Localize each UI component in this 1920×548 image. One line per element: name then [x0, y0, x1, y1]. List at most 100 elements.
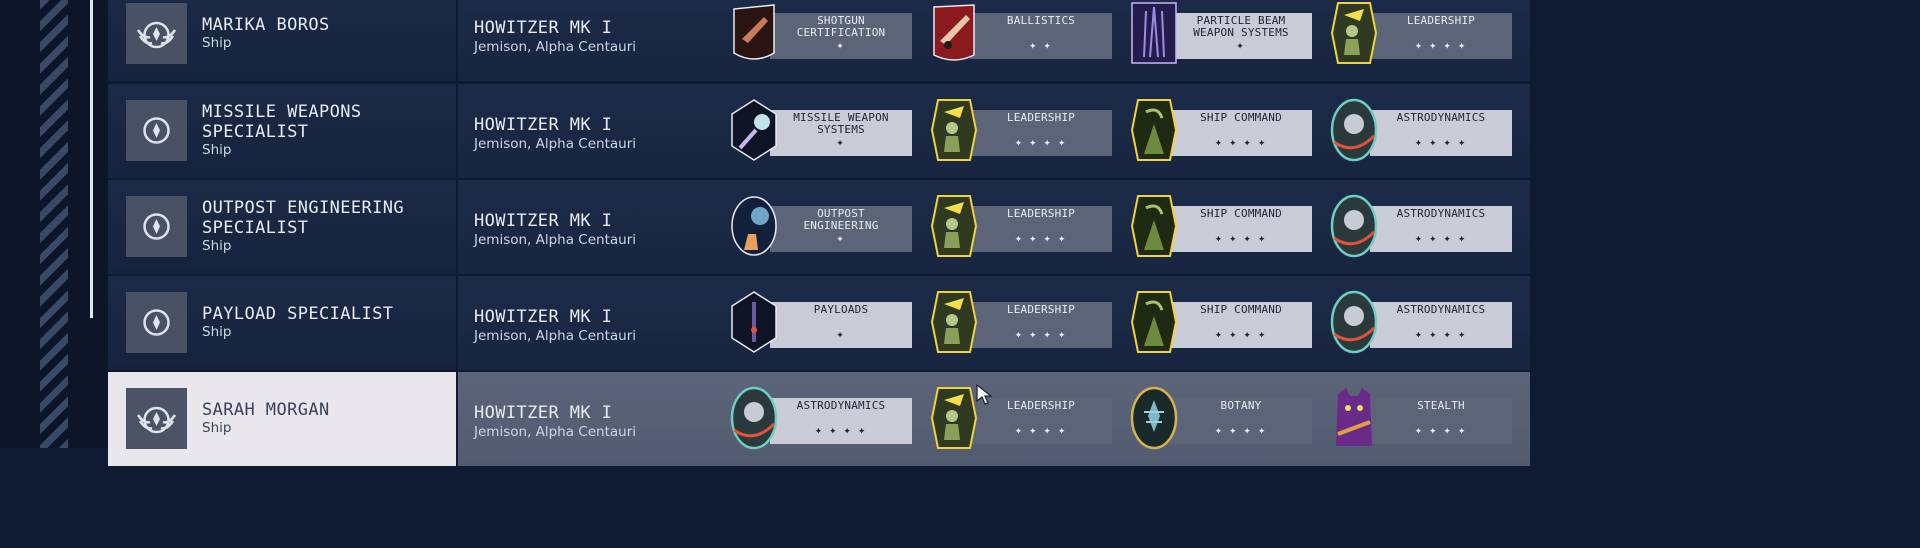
skill-badge[interactable]: LEADERSHIP ✦ ✦ ✦ ✦	[930, 290, 1118, 354]
crew-name-cell[interactable]: SARAH MORGAN Ship	[108, 372, 456, 466]
crew-role: Ship	[202, 324, 232, 340]
skill-badge[interactable]: SHOTGUN CERTIFICATION ✦	[730, 1, 918, 65]
skill-badge[interactable]: LEADERSHIP ✦ ✦ ✦ ✦	[930, 386, 1118, 450]
skill-badge[interactable]: PAYLOADS ✦	[730, 290, 918, 354]
skill-name: ASTRODYNAMICS	[1396, 111, 1486, 124]
crew-name-cell[interactable]: PAYLOAD SPECIALIST Ship	[108, 276, 456, 370]
crew-row[interactable]: MISSILE WEAPONS SPECIALIST Ship HOWITZER…	[108, 84, 1530, 178]
skill-name: SHIP COMMAND	[1200, 111, 1282, 124]
skill-badge[interactable]: BOTANY ✦ ✦ ✦ ✦	[1130, 386, 1318, 450]
leadership-patch-icon	[930, 98, 978, 162]
skill-rank: ✦ ✦ ✦ ✦	[1014, 235, 1068, 245]
skill-name: ASTRODYNAMICS	[1396, 207, 1486, 220]
mouse-cursor-icon	[976, 383, 993, 405]
skill-badge[interactable]: SHIP COMMAND ✦ ✦ ✦ ✦	[1130, 194, 1318, 258]
crew-role: Ship	[202, 35, 232, 51]
skill-name: MISSILE WEAPON SYSTEMS	[793, 111, 889, 136]
crew-row[interactable]: PAYLOAD SPECIALIST Ship HOWITZER MK I Je…	[108, 276, 1530, 370]
skill-name: SHOTGUN CERTIFICATION	[796, 14, 886, 39]
crew-role: Ship	[202, 238, 232, 254]
crew-assignment-cell[interactable]: HOWITZER MK I Jemison, Alpha Centauri SH…	[458, 0, 1530, 81]
crew-row[interactable]: MARIKA BOROS Ship HOWITZER MK I Jemison,…	[108, 0, 1530, 81]
skill-badge[interactable]: BALLISTICS ✦ ✦	[930, 1, 1118, 65]
crew-role: Ship	[202, 420, 232, 436]
crew-name-cell[interactable]: MARIKA BOROS Ship	[108, 0, 456, 81]
crew-name-cell[interactable]: MISSILE WEAPONS SPECIALIST Ship	[108, 84, 456, 178]
crew-name: MARIKA BOROS	[202, 15, 330, 35]
skill-name: ASTRODYNAMICS	[1396, 303, 1486, 316]
skill-rank: ✦ ✦ ✦ ✦	[1414, 42, 1468, 52]
ship-command-patch-icon	[1130, 98, 1178, 162]
astrodynamics-patch-icon	[1330, 290, 1378, 354]
scrollbar[interactable]	[90, 0, 93, 318]
ship-location: Jemison, Alpha Centauri	[474, 232, 637, 248]
crew-name: SARAH MORGAN	[202, 400, 330, 420]
skill-rank: ✦	[836, 331, 846, 341]
skill-badge[interactable]: SHIP COMMAND ✦ ✦ ✦ ✦	[1130, 290, 1318, 354]
leadership-patch-icon	[930, 194, 978, 258]
skill-name: LEADERSHIP	[1006, 303, 1076, 316]
skill-badge[interactable]: MISSILE WEAPON SYSTEMS ✦	[730, 98, 918, 162]
skill-name: SHIP COMMAND	[1200, 207, 1282, 220]
botany-patch-icon	[1130, 386, 1178, 450]
ship-command-patch-icon	[1130, 194, 1178, 258]
crew-avatar-icon	[126, 196, 187, 257]
skill-name: OUTPOST ENGINEERING	[803, 207, 879, 232]
skill-badge[interactable]: LEADERSHIP ✦ ✦ ✦ ✦	[930, 98, 1118, 162]
skill-rank: ✦ ✦	[1029, 42, 1053, 52]
astrodynamics-patch-icon	[1330, 98, 1378, 162]
skill-name: SHIP COMMAND	[1200, 303, 1282, 316]
crew-assignment-cell[interactable]: HOWITZER MK I Jemison, Alpha Centauri MI…	[458, 84, 1530, 178]
payloads-patch-icon	[730, 290, 778, 354]
skill-badge[interactable]: OUTPOST ENGINEERING ✦	[730, 194, 918, 258]
crew-assignment-cell[interactable]: HOWITZER MK I Jemison, Alpha Centauri OU…	[458, 180, 1530, 274]
crew-avatar-icon	[126, 388, 187, 449]
skill-name: STEALTH	[1417, 399, 1465, 412]
hatch-decoration	[40, 0, 68, 448]
skill-rank: ✦ ✦ ✦ ✦	[1414, 331, 1468, 341]
skill-rank: ✦ ✦ ✦ ✦	[1414, 139, 1468, 149]
skill-name: PAYLOADS	[813, 303, 869, 316]
ballistics-patch-icon	[930, 1, 978, 65]
crew-row-selected[interactable]: SARAH MORGAN Ship HOWITZER MK I Jemison,…	[108, 372, 1530, 466]
crew-avatar-icon	[126, 292, 187, 353]
shotgun-patch-icon	[730, 1, 778, 65]
skill-name: ASTRODYNAMICS	[796, 399, 886, 412]
skill-badge[interactable]: STEALTH ✦ ✦ ✦ ✦	[1330, 386, 1518, 450]
skill-rank: ✦ ✦ ✦ ✦	[1214, 235, 1268, 245]
skill-rank: ✦	[836, 42, 846, 52]
missile-patch-icon	[730, 98, 778, 162]
skill-badge[interactable]: ASTRODYNAMICS ✦ ✦ ✦ ✦	[1330, 98, 1518, 162]
skill-badge[interactable]: LEADERSHIP ✦ ✦ ✦ ✦	[930, 194, 1118, 258]
skill-name: LEADERSHIP	[1406, 14, 1476, 27]
astrodynamics-patch-icon	[1330, 194, 1378, 258]
crew-assignment-cell[interactable]: HOWITZER MK I Jemison, Alpha Centauri PA…	[458, 276, 1530, 370]
crew-name: PAYLOAD SPECIALIST	[202, 304, 394, 324]
skill-rank: ✦	[836, 235, 846, 245]
skill-name: PARTICLE BEAM WEAPON SYSTEMS	[1193, 14, 1289, 39]
skill-badge[interactable]: PARTICLE BEAM WEAPON SYSTEMS ✦	[1130, 1, 1318, 65]
skill-name: LEADERSHIP	[1006, 207, 1076, 220]
ship-name: HOWITZER MK I	[474, 18, 613, 38]
skill-rank: ✦ ✦ ✦ ✦	[814, 427, 868, 437]
outpost-patch-icon	[730, 194, 778, 258]
skill-rank: ✦ ✦ ✦ ✦	[1214, 331, 1268, 341]
crew-avatar-icon	[126, 3, 187, 64]
skill-rank: ✦	[1236, 42, 1246, 52]
ship-name: HOWITZER MK I	[474, 115, 613, 135]
crew-avatar-icon	[126, 100, 187, 161]
skill-name: LEADERSHIP	[1006, 111, 1076, 124]
skill-badge[interactable]: ASTRODYNAMICS ✦ ✦ ✦ ✦	[730, 386, 918, 450]
skill-badge[interactable]: ASTRODYNAMICS ✦ ✦ ✦ ✦	[1330, 290, 1518, 354]
skill-badge[interactable]: LEADERSHIP ✦ ✦ ✦ ✦	[1330, 1, 1518, 65]
ship-command-patch-icon	[1130, 290, 1178, 354]
skill-rank: ✦ ✦ ✦ ✦	[1214, 427, 1268, 437]
crew-row[interactable]: OUTPOST ENGINEERING SPECIALIST Ship HOWI…	[108, 180, 1530, 274]
ship-name: HOWITZER MK I	[474, 403, 613, 423]
crew-name-cell[interactable]: OUTPOST ENGINEERING SPECIALIST Ship	[108, 180, 456, 274]
skill-rank: ✦ ✦ ✦ ✦	[1014, 139, 1068, 149]
skill-rank: ✦ ✦ ✦ ✦	[1214, 139, 1268, 149]
ship-location: Jemison, Alpha Centauri	[474, 328, 637, 344]
skill-badge[interactable]: ASTRODYNAMICS ✦ ✦ ✦ ✦	[1330, 194, 1518, 258]
skill-badge[interactable]: SHIP COMMAND ✦ ✦ ✦ ✦	[1130, 98, 1318, 162]
